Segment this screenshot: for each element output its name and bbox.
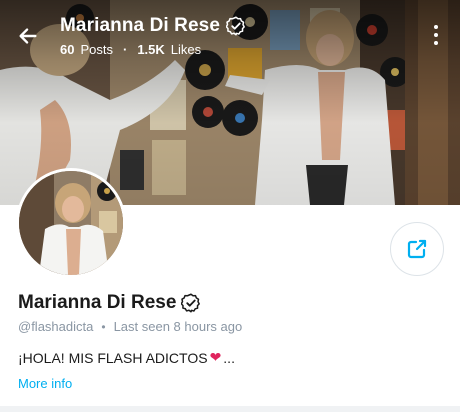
profile-bio: ¡HOLA! MIS FLASH ADICTOS ❤ ... bbox=[18, 349, 235, 366]
header-title: Marianna Di Rese 60 Posts · 1.5K Likes bbox=[60, 15, 246, 57]
posts-label: Posts bbox=[80, 42, 113, 57]
share-button[interactable] bbox=[390, 222, 444, 276]
top-bar: Marianna Di Rese 60 Posts · 1.5K Likes bbox=[0, 0, 460, 70]
share-icon bbox=[407, 239, 427, 259]
verified-badge-icon bbox=[226, 16, 245, 36]
verified-badge-icon bbox=[181, 293, 201, 313]
profile-name: Marianna Di Rese bbox=[18, 292, 177, 313]
stats-separator: · bbox=[122, 42, 128, 57]
more-info-link[interactable]: More info bbox=[18, 376, 72, 391]
bio-text: ¡HOLA! MIS FLASH ADICTOS bbox=[18, 349, 208, 366]
posts-count: 60 bbox=[60, 42, 75, 57]
arrow-left-icon bbox=[19, 28, 37, 44]
header-creator-name: Marianna Di Rese bbox=[60, 15, 220, 36]
likes-count: 1.5K bbox=[137, 42, 165, 57]
avatar[interactable] bbox=[16, 168, 126, 278]
profile-name-row: Marianna Di Rese bbox=[18, 292, 201, 314]
back-button[interactable] bbox=[12, 20, 44, 52]
section-divider bbox=[0, 406, 460, 412]
avatar-photo bbox=[19, 171, 123, 275]
likes-label: Likes bbox=[170, 42, 202, 57]
more-options-button[interactable] bbox=[426, 22, 446, 48]
profile-meta: @flashadicta • Last seen 8 hours ago bbox=[18, 319, 242, 334]
heart-emoji-icon: ❤ bbox=[209, 349, 222, 365]
bio-ellipsis: ... bbox=[223, 349, 235, 366]
last-seen-status: Last seen 8 hours ago bbox=[113, 319, 243, 334]
profile-handle: @flashadicta bbox=[18, 319, 94, 334]
more-vertical-icon bbox=[434, 25, 438, 29]
meta-separator: • bbox=[101, 319, 106, 334]
header-stats: 60 Posts · 1.5K Likes bbox=[60, 42, 246, 57]
